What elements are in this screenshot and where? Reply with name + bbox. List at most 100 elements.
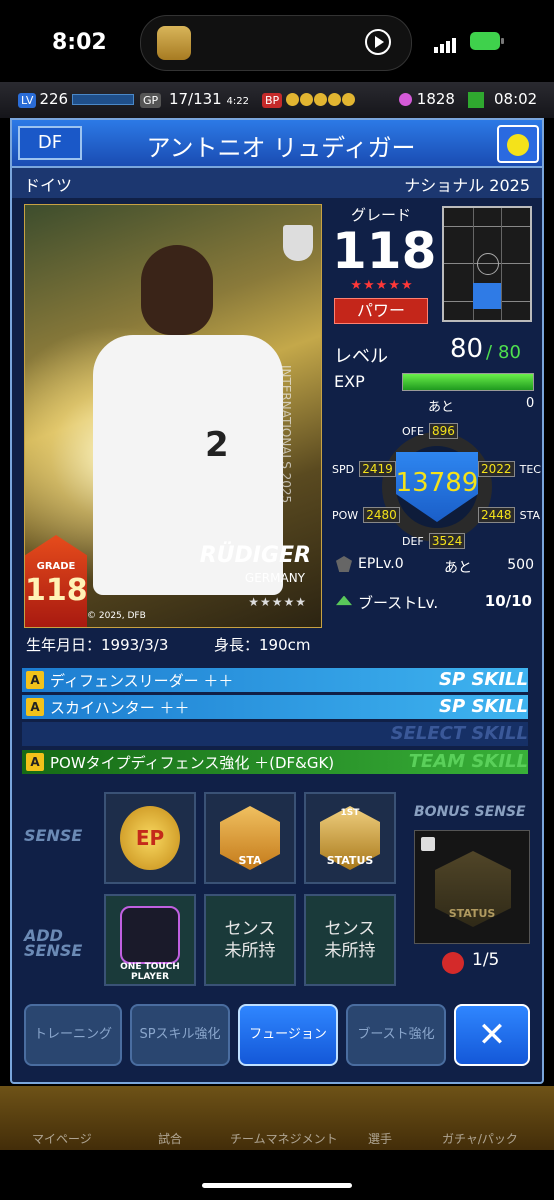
bp-coin-icon: [300, 93, 314, 106]
bonus-sense-label: BONUS SENSE: [414, 804, 526, 820]
empty-sense-text: センス 未所持: [206, 918, 294, 962]
play-icon[interactable]: [365, 29, 391, 55]
stats-total: 13789: [395, 468, 479, 498]
player-card-image[interactable]: 2 INTERNATIONALS 2025 RÜDIGER GERMANY ★★…: [24, 204, 322, 628]
stat-spd-label: SPD: [332, 463, 355, 476]
sense-label: SENSE: [24, 826, 83, 845]
skill-row[interactable]: A POWタイプディフェンス強化 ＋(DF&GK) TEAM SKILL: [22, 750, 528, 774]
add-sense-slot[interactable]: ONE TOUCH PLAYER: [104, 894, 196, 986]
exp-label: EXP: [334, 372, 365, 391]
bp-coin-icon: [328, 93, 342, 106]
player-height: 身長：190cm: [214, 636, 311, 654]
skill-row-empty[interactable]: SELECT SKILL: [22, 722, 528, 746]
boost-icon: [336, 595, 352, 606]
card-stars: ★★★★★: [248, 595, 307, 609]
stat-ofe-value: 896: [429, 423, 458, 439]
boost-label: ブーストLv.: [358, 594, 439, 612]
position-map: [442, 206, 532, 322]
gem-counter[interactable]: 1828: [398, 90, 484, 108]
stat-def: DEF 3524: [402, 530, 466, 549]
dynamic-island[interactable]: [140, 15, 412, 71]
level-current: 80: [450, 334, 484, 364]
one-touch-player-label: ONE TOUCH PLAYER: [106, 962, 194, 982]
skill-a-icon: A: [26, 671, 44, 689]
bonus-sense-slot[interactable]: STATUS: [414, 830, 530, 944]
sense-slot[interactable]: EP: [104, 792, 196, 884]
one-touch-label-line1: ONE TOUCH: [120, 962, 180, 972]
player-name: アントニオ リュディガー: [146, 134, 416, 162]
stamina: GP 17/131 4:22: [140, 90, 249, 108]
skill-tag: SP SKILL: [439, 669, 528, 690]
player-head: [141, 245, 213, 335]
status-bar: 8:02: [0, 0, 554, 82]
nav-team-management[interactable]: チームマネジメント: [230, 1130, 338, 1147]
training-button[interactable]: トレーニング: [24, 1004, 122, 1066]
stat-pow-value: 2480: [363, 507, 400, 523]
home-indicator[interactable]: [202, 1183, 352, 1188]
player-country: ドイツ: [24, 176, 73, 195]
boost-enhance-button[interactable]: ブースト強化: [346, 1004, 446, 1066]
fusion-button[interactable]: フュージョン: [238, 1004, 338, 1066]
empty-sense-line2: 未所持: [324, 941, 376, 961]
close-button[interactable]: ✕: [454, 1004, 530, 1066]
position-badge: DF: [18, 126, 82, 160]
skill-name: POWタイプディフェンス強化 ＋(DF&GK): [50, 754, 335, 772]
stat-pow-label: POW: [332, 509, 359, 522]
grade-stars: ★★★★★: [350, 278, 414, 293]
add-gem-icon[interactable]: [467, 91, 484, 108]
nav-players[interactable]: 選手: [368, 1130, 392, 1147]
nav-match[interactable]: 試合: [158, 1130, 182, 1147]
heart-icon: [507, 134, 529, 156]
skill-a-icon: A: [26, 698, 44, 716]
skill-row[interactable]: A ディフェンスリーダー ＋＋ SP SKILL: [22, 668, 528, 692]
sense-slot[interactable]: STA: [204, 792, 296, 884]
exp-remaining-label: あと: [428, 400, 455, 415]
bp-coin-icon: [314, 93, 328, 106]
nav-mypage[interactable]: マイページ: [32, 1130, 92, 1147]
dfb-crest-icon: [283, 225, 313, 261]
epl-icon: [336, 556, 352, 572]
bp-meter: BP: [262, 90, 356, 108]
card-country: GERMANY: [244, 571, 305, 585]
bonus-slot-label: STATUS: [448, 907, 496, 920]
skill-tag: SELECT SKILL: [390, 723, 528, 744]
exp-remaining-value: 0: [526, 396, 535, 411]
gp-badge: GP: [140, 93, 162, 108]
lv-badge: LV: [18, 93, 37, 108]
nav-gacha[interactable]: ガチャ/パック: [442, 1130, 518, 1147]
favorite-button[interactable]: [497, 125, 539, 163]
level-bar: [72, 94, 135, 105]
skill-row[interactable]: A スカイハンター ＋＋ SP SKILL: [22, 695, 528, 719]
player-subheader: ドイツ ナショナル 2025: [12, 168, 542, 198]
sp-skill-enhance-button[interactable]: SPスキル強化: [130, 1004, 230, 1066]
stat-tec: 2022 TEC: [478, 458, 541, 477]
empty-sense-text: センス 未所持: [306, 918, 394, 962]
player-figure: 2: [93, 245, 283, 625]
ep-medal-label: EP: [135, 826, 165, 850]
add-sense-slot-empty[interactable]: センス 未所持: [304, 894, 396, 986]
sense-slot[interactable]: 1ST STATUS: [304, 792, 396, 884]
level-separator: /: [486, 342, 493, 363]
level-value: 226: [39, 90, 69, 108]
add-sense-label-line2: SENSE: [24, 941, 83, 960]
exp-bar: [402, 373, 534, 391]
stat-ofe: OFE 896: [402, 420, 458, 439]
stat-spd-value: 2419: [359, 461, 396, 477]
stat-ofe-label: OFE: [402, 425, 424, 438]
gem-value: 1828: [416, 90, 455, 108]
battery-icon: [470, 32, 504, 50]
stat-sta-label: STA: [519, 509, 541, 522]
add-sense-slot-empty[interactable]: センス 未所持: [204, 894, 296, 986]
stat-sta: 2448 STA: [478, 504, 540, 523]
stat-def-label: DEF: [402, 535, 424, 548]
epl-row: EPLv.0 あと 500: [336, 556, 536, 576]
epl-remaining-label: あと: [444, 560, 472, 576]
skill-name: スカイハンター ＋＋: [50, 699, 190, 717]
empty-sense-line1: センス: [224, 919, 276, 939]
position-highlight: [473, 283, 501, 309]
one-touch-label-line2: PLAYER: [130, 972, 170, 982]
skill-a-icon: A: [26, 753, 44, 771]
card-stack-icon: [442, 952, 464, 974]
bp-coin-icon: [286, 93, 300, 106]
bp-badge: BP: [262, 93, 283, 108]
